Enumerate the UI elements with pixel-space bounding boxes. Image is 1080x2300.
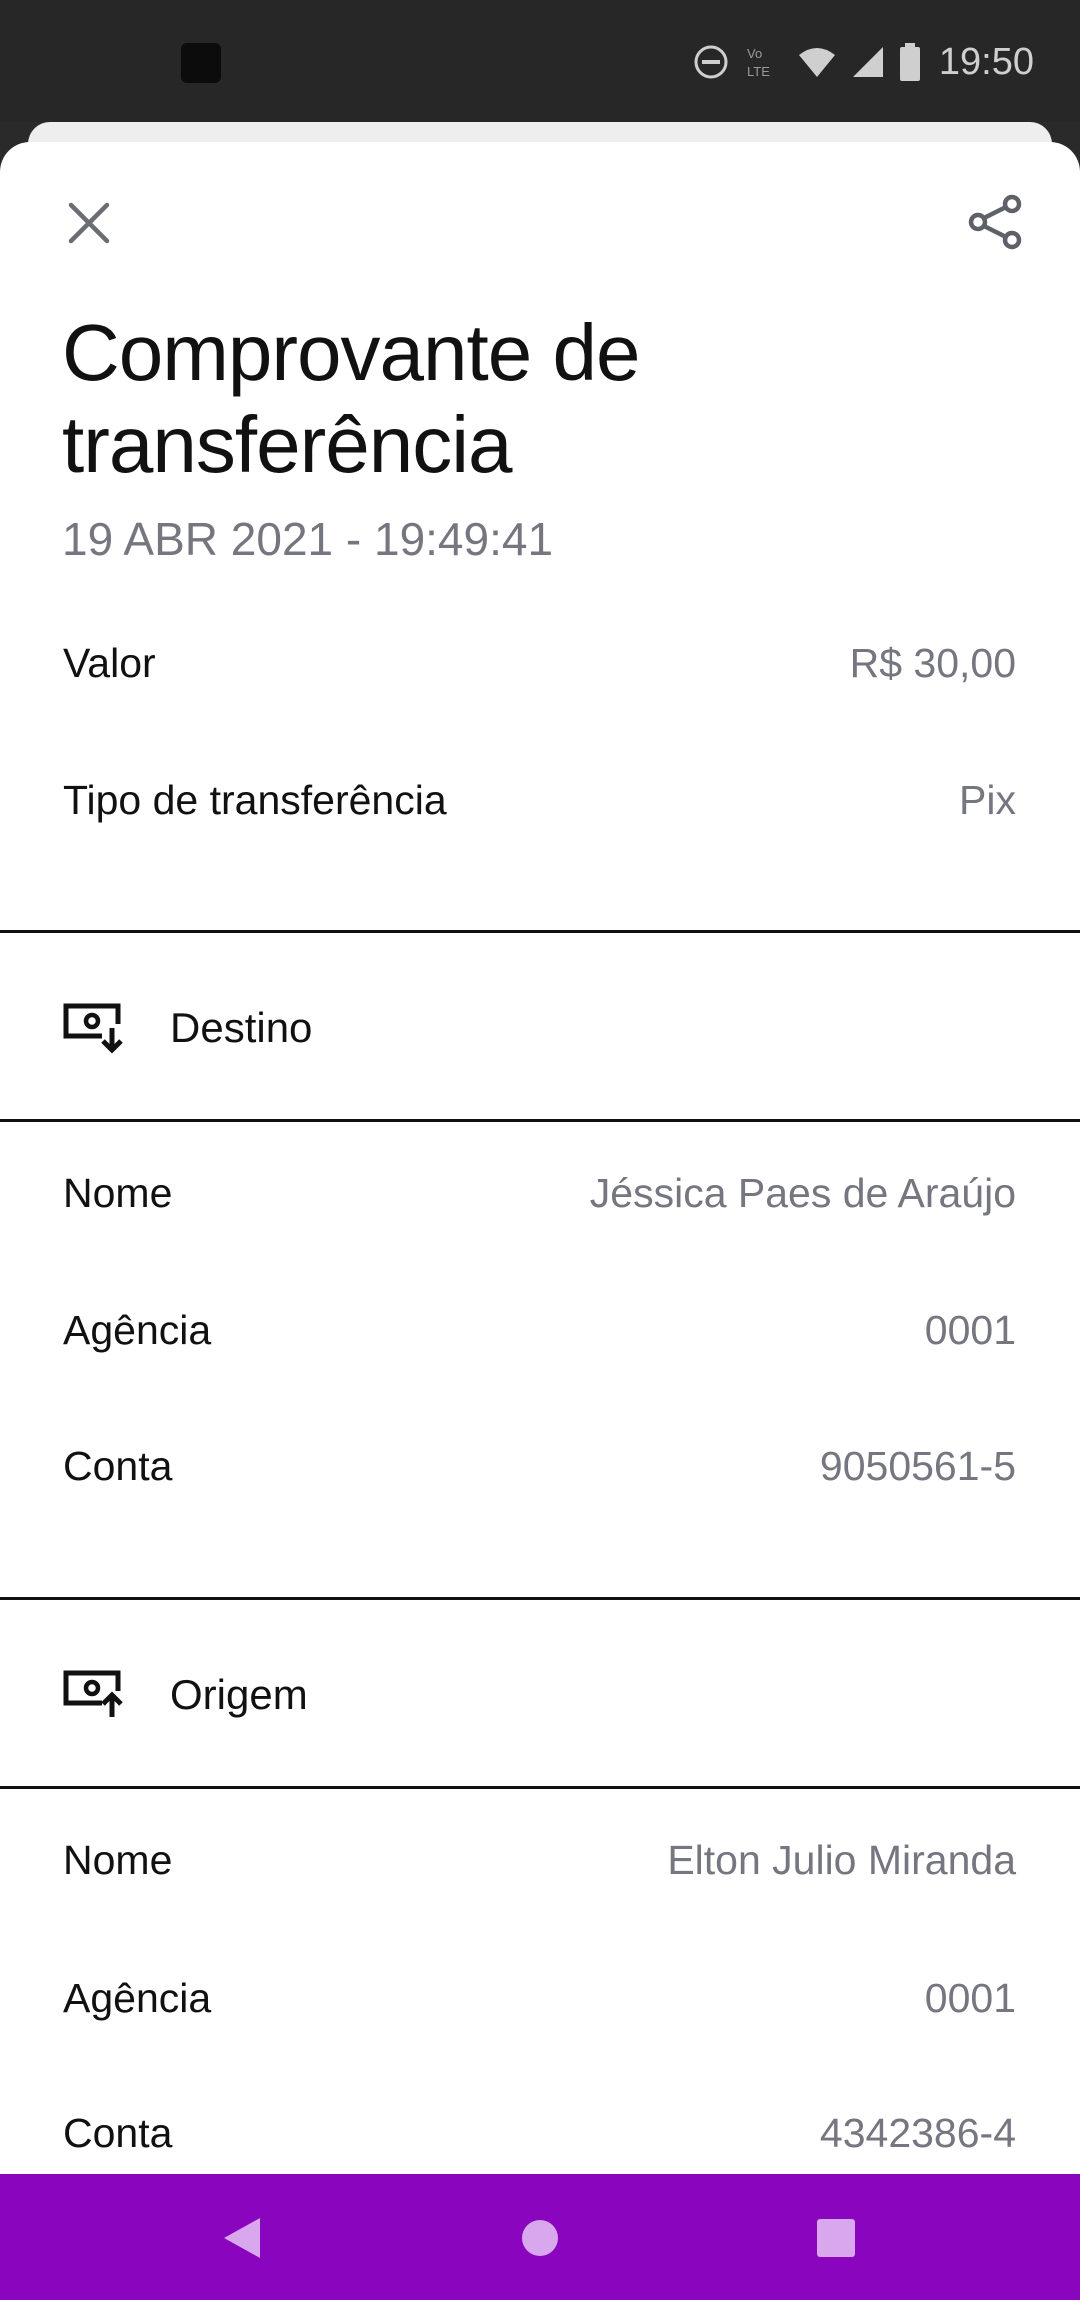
row-label: Tipo de transferência	[63, 776, 447, 823]
battery-icon	[899, 43, 920, 81]
share-button[interactable]	[958, 184, 1034, 260]
row-label: Nome	[63, 1836, 173, 1883]
row-destino-nome: Nome Jéssica Paes de Araújo	[63, 1163, 1016, 1223]
svg-text:LTE: LTE	[747, 64, 770, 79]
section-title: Destino	[170, 1004, 313, 1051]
row-label: Agência	[63, 1974, 212, 2021]
row-label: Agência	[63, 1306, 212, 1353]
home-icon	[522, 2220, 558, 2256]
row-value: Jéssica Paes de Araújo	[589, 1169, 1016, 1216]
svg-text:Vo: Vo	[747, 46, 762, 61]
screen: Vo LTE 19:50 Comprovante de transferênci…	[0, 0, 1080, 2300]
section-title: Origem	[170, 1671, 308, 1718]
volte-icon: Vo LTE	[747, 46, 770, 79]
row-origem-conta: Conta 4342386-4	[63, 2103, 1016, 2163]
row-valor: Valor R$ 30,00	[63, 633, 1016, 693]
cellular-signal-icon	[852, 47, 883, 77]
row-value: 0001	[924, 1974, 1016, 2021]
row-label: Conta	[63, 2109, 173, 2156]
divider	[0, 1597, 1080, 1600]
row-origem-nome: Nome Elton Julio Miranda	[63, 1830, 1016, 1890]
back-button[interactable]	[214, 2210, 270, 2266]
row-label: Nome	[63, 1169, 173, 1216]
row-destino-conta: Conta 9050561-5	[63, 1436, 1016, 1496]
status-time: 19:50	[938, 40, 1034, 83]
divider	[0, 1786, 1080, 1789]
row-tipo-transferencia: Tipo de transferência Pix	[63, 770, 1016, 830]
wifi-icon	[798, 48, 835, 77]
row-value: Pix	[959, 776, 1016, 823]
divider	[0, 1119, 1080, 1122]
row-label: Valor	[63, 639, 156, 686]
status-bar: Vo LTE 19:50	[0, 0, 1080, 122]
recents-icon	[817, 2219, 855, 2257]
close-button[interactable]	[56, 190, 122, 256]
row-value: R$ 30,00	[849, 639, 1016, 686]
row-destino-agencia: Agência 0001	[63, 1300, 1016, 1360]
page-title: Comprovante de transferência	[62, 308, 640, 489]
share-icon	[968, 194, 1022, 250]
row-value: 0001	[924, 1306, 1016, 1353]
divider	[0, 930, 1080, 933]
transfer-date: 19 ABR 2021 - 19:49:41	[62, 513, 554, 565]
do-not-disturb-icon	[694, 45, 728, 79]
receipt-sheet: Comprovante de transferência 19 ABR 2021…	[0, 142, 1080, 2174]
close-icon	[68, 202, 110, 244]
navigation-bar	[0, 2174, 1080, 2300]
home-button[interactable]	[512, 2210, 568, 2266]
receive-money-icon	[62, 999, 126, 1057]
recents-button[interactable]	[808, 2210, 864, 2266]
section-header-destino: Destino	[62, 993, 312, 1063]
row-value: 9050561-5	[819, 1442, 1016, 1489]
section-header-origem: Origem	[62, 1660, 308, 1730]
row-label: Conta	[63, 1442, 173, 1489]
row-value: Elton Julio Miranda	[667, 1836, 1016, 1883]
send-money-icon	[62, 1666, 126, 1724]
app-notification-icon	[181, 43, 221, 83]
status-icons: Vo LTE 19:50	[693, 34, 1034, 90]
row-origem-agencia: Agência 0001	[63, 1968, 1016, 2028]
row-value: 4342386-4	[819, 2109, 1016, 2156]
back-icon	[224, 2218, 260, 2258]
